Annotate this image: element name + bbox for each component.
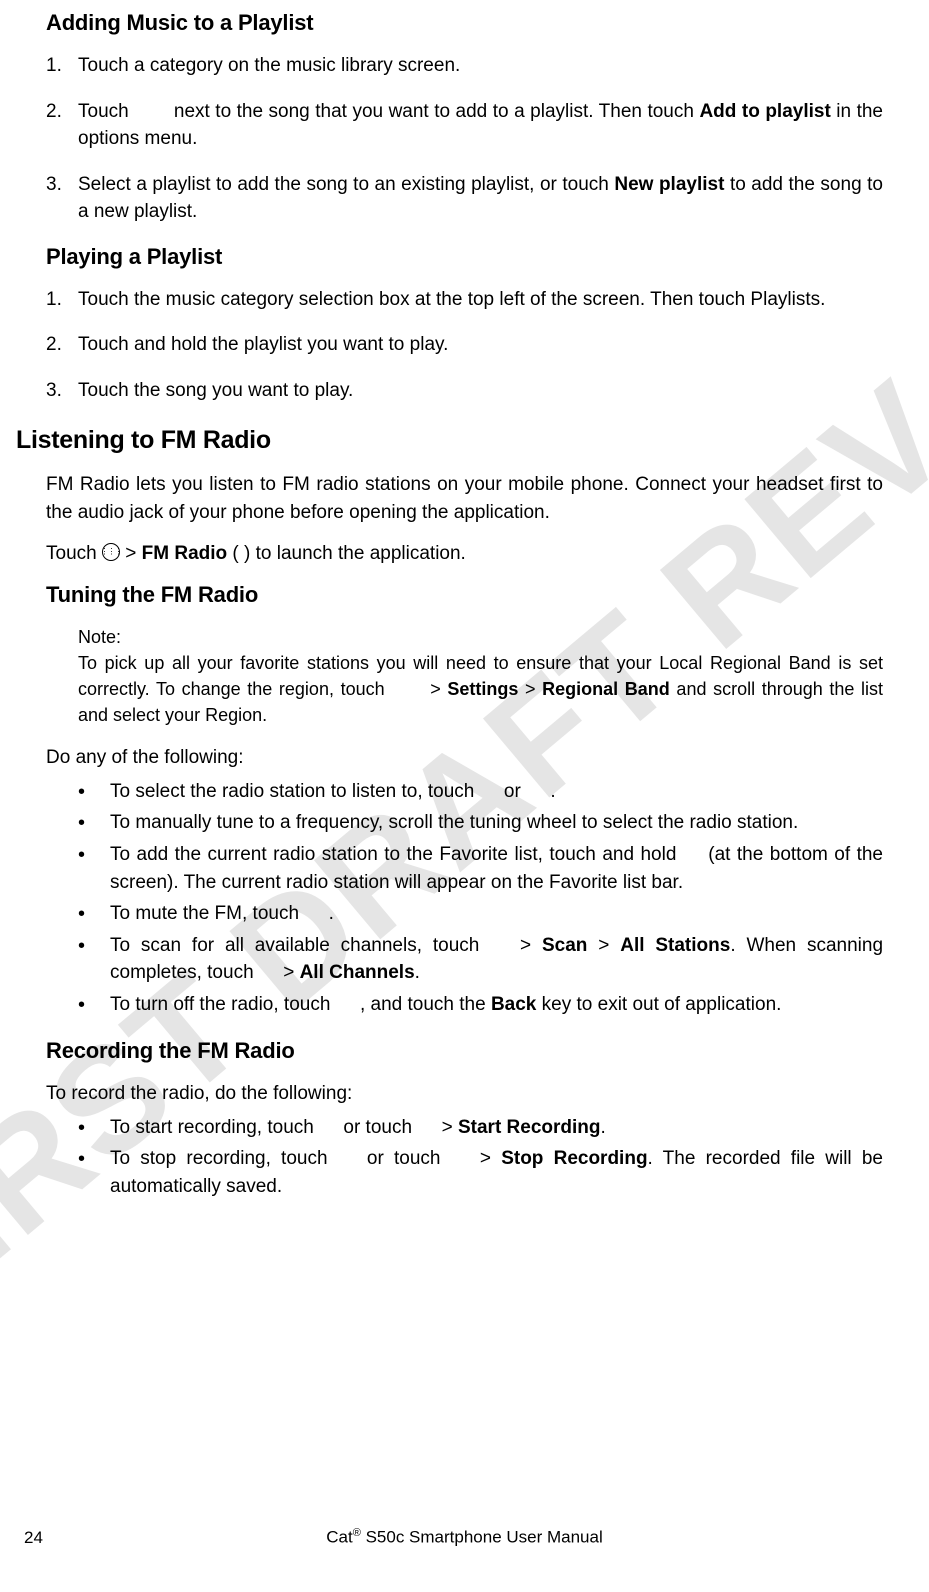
list-item: To turn off the radio, touch , and touch… [78,991,883,1019]
text: . [415,962,420,983]
list-item: To stop recording, touch or touch > Stop… [78,1145,883,1200]
list-item: To select the radio station to listen to… [78,778,883,806]
text: . [601,1117,606,1138]
paragraph: To record the radio, do the following: [46,1080,883,1108]
list-item: Touch the music category selection box a… [46,286,883,314]
bold-text: Start Recording [458,1117,601,1138]
list-item: Touch the song you want to play. [46,377,883,405]
bold-text: Regional Band [542,679,670,699]
list-item: Touch and hold the playlist you want to … [46,331,883,359]
heading-tuning-fm: Tuning the FM Radio [46,582,883,608]
text: To stop recording, touch [110,1148,338,1169]
text: > [436,1117,458,1138]
bold-text: FM Radio [142,543,228,564]
heading-listening-fm: Listening to FM Radio [16,426,883,455]
list-playing-playlist: Touch the music category selection box a… [46,286,883,405]
bold-text: Settings [447,679,518,699]
text: S50c Smartphone User Manual [361,1528,603,1547]
apps-icon [102,543,120,561]
text: > [470,1148,501,1169]
text: > [518,679,542,699]
text: or touch [338,1117,417,1138]
text: > [509,935,542,956]
footer-title: Cat® S50c Smartphone User Manual [70,1527,859,1548]
text: ( ) to launch the application. [227,543,466,564]
note-label: Note: [78,624,883,650]
registered-mark: ® [353,1527,361,1539]
text: or [499,781,526,802]
heading-playing-playlist: Playing a Playlist [46,244,883,270]
text: To select the radio station to listen to… [110,781,480,802]
list-item: Touch a category on the music library sc… [46,52,883,80]
note-block: Note: To pick up all your favorite stati… [46,624,883,728]
text: To start recording, touch [110,1117,319,1138]
text: or touch [357,1148,451,1169]
page-number: 24 [0,1528,70,1548]
list-item: To mute the FM, touch . [78,900,883,928]
list-item: Select a playlist to add the song to an … [46,171,883,226]
page-footer: 24 Cat® S50c Smartphone User Manual [0,1527,929,1548]
text: To scan for all available channels, touc… [110,935,490,956]
text: Select a playlist to add the song to an … [78,174,614,195]
text: . [323,903,334,924]
text: Touch [46,543,102,564]
list-item: To add the current radio station to the … [78,841,883,896]
text: To turn off the radio, touch [110,994,336,1015]
bullet-list-tuning: To select the radio station to listen to… [46,778,883,1018]
bold-text: Back [491,994,536,1015]
bold-text: New playlist [614,174,724,195]
text: key to exit out of application. [536,994,781,1015]
bold-text: All Stations [620,935,730,956]
list-item: Touch next to the song that you want to … [46,98,883,153]
list-item: To scan for all available channels, touc… [78,932,883,987]
list-item: To start recording, touch or touch > Sta… [78,1114,883,1142]
text: > [278,962,300,983]
bold-text: Scan [542,935,587,956]
note-body: To pick up all your favorite stations yo… [78,650,883,728]
list-item: To manually tune to a frequency, scroll … [78,809,883,837]
text: next to the song that you want to add to… [168,101,699,122]
bold-text: Stop Recording [501,1148,647,1169]
text: > [587,935,620,956]
paragraph: FM Radio lets you listen to FM radio sta… [46,471,883,526]
list-adding-music: Touch a category on the music library sc… [46,52,883,226]
text: > [120,543,142,564]
text: Touch [78,101,134,122]
heading-adding-music: Adding Music to a Playlist [46,10,883,36]
bullet-list-recording: To start recording, touch or touch > Sta… [46,1114,883,1201]
paragraph: Touch > FM Radio ( ) to launch the appli… [46,540,883,568]
text: To add the current radio station to the … [110,844,683,865]
text: Cat [326,1528,352,1547]
bold-text: All Channels [300,962,415,983]
text: To mute the FM, touch [110,903,304,924]
text: . [545,781,556,802]
heading-recording-fm: Recording the FM Radio [46,1038,883,1064]
text: > [424,679,448,699]
bold-text: Add to playlist [699,101,830,122]
text: , and touch the [355,994,491,1015]
paragraph: Do any of the following: [46,744,883,772]
